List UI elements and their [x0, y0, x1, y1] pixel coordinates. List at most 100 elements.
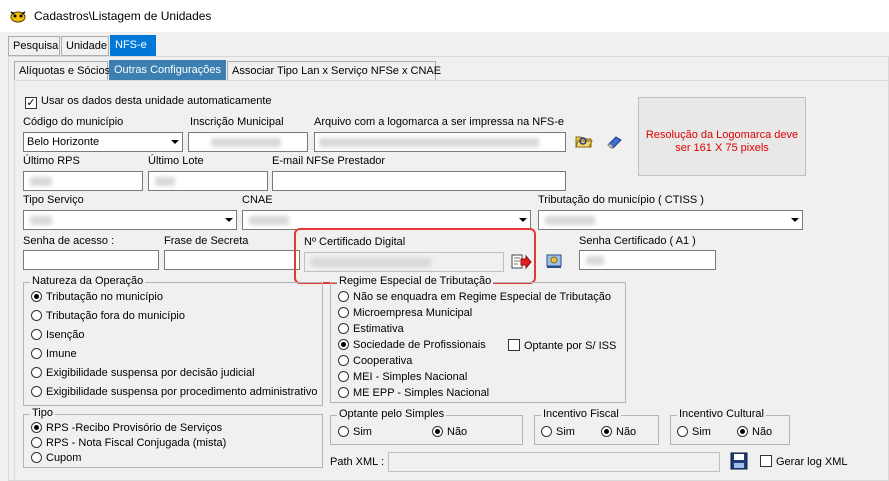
radio-icon: [31, 367, 42, 378]
email-label: E-mail NFSe Prestador: [272, 155, 386, 167]
tab-nfse[interactable]: NFS-e: [110, 35, 156, 57]
ultimo-rps-label: Último RPS: [23, 155, 80, 167]
radio-icon: [541, 426, 552, 437]
chevron-down-icon[interactable]: [786, 211, 802, 229]
natureza-option-1[interactable]: Tributação fora do município: [31, 310, 185, 322]
codigo-municipio-label: Código do município: [23, 116, 124, 128]
ultimo-lote-input[interactable]: [148, 171, 268, 191]
natureza-option-5[interactable]: Exigibilidade suspensa por procedimento …: [31, 386, 317, 398]
incentivo-cultural-nao[interactable]: Não: [737, 426, 772, 438]
incentivo-cultural-sim[interactable]: Sim: [677, 426, 711, 438]
incentivo-fiscal-sim[interactable]: Sim: [541, 426, 575, 438]
tab-associar-tipo-lan[interactable]: Associar Tipo Lan x Serviço NFSe x CNAE: [227, 61, 441, 81]
radio-icon: [601, 426, 612, 437]
tab-pesquisa[interactable]: Pesquisa: [8, 36, 60, 56]
cnae-select[interactable]: [242, 210, 531, 230]
gerar-log-checkbox[interactable]: Gerar log XML: [760, 455, 848, 468]
tipo-title: Tipo: [30, 407, 55, 419]
regime-title: Regime Especial de Tributação: [337, 275, 494, 287]
codigo-municipio-select[interactable]: Belo Horizonte: [23, 132, 183, 152]
gerar-log-label: Gerar log XML: [776, 456, 848, 468]
optante-simples-nao[interactable]: Não: [432, 426, 467, 438]
natureza-option-3[interactable]: Imune: [31, 348, 77, 360]
path-xml-label: Path XML :: [330, 456, 385, 468]
radio-icon: [338, 387, 349, 398]
tipo-option-1[interactable]: RPS - Nota Fiscal Conjugada (mista): [31, 437, 226, 449]
tributacao-select[interactable]: [538, 210, 803, 230]
eraser-icon[interactable]: [604, 132, 624, 150]
radio-icon: [338, 371, 349, 382]
optante-simples-title: Optante pelo Simples: [337, 408, 447, 420]
incentivo-fiscal-nao[interactable]: Não: [601, 426, 636, 438]
regime-option-0[interactable]: Não se enquadra em Regime Especial de Tr…: [338, 291, 611, 303]
radio-icon: [338, 291, 349, 302]
ultimo-lote-label: Último Lote: [148, 155, 204, 167]
natureza-option-2[interactable]: Isenção: [31, 329, 85, 341]
certificate-icon[interactable]: [544, 252, 564, 270]
tipo-servico-label: Tipo Serviço: [23, 194, 84, 206]
chevron-down-icon[interactable]: [220, 211, 236, 229]
optante-simples-sim[interactable]: Sim: [338, 426, 372, 438]
regime-option-5[interactable]: MEI - Simples Nacional: [338, 371, 467, 383]
radio-icon: [338, 426, 349, 437]
regime-option-1[interactable]: Microempresa Municipal: [338, 307, 472, 319]
radio-icon: [31, 348, 42, 359]
radio-icon: [432, 426, 443, 437]
chevron-down-icon[interactable]: [166, 133, 182, 151]
natureza-option-0[interactable]: Tributação no município: [31, 291, 163, 303]
regime-option-3[interactable]: Sociedade de Profissionais: [338, 339, 486, 351]
radio-icon: [737, 426, 748, 437]
title-bar: Cadastros\Listagem de Unidades: [0, 0, 889, 32]
path-xml-input[interactable]: [388, 452, 720, 472]
app-icon: [10, 11, 26, 23]
senha-acesso-label: Senha de acesso :: [23, 235, 115, 247]
cnae-label: CNAE: [242, 194, 273, 206]
usar-dados-label: Usar os dados desta unidade automaticame…: [41, 95, 272, 107]
senha-certificado-input[interactable]: [579, 250, 716, 270]
regime-option-4[interactable]: Cooperativa: [338, 355, 412, 367]
ultimo-rps-input[interactable]: [23, 171, 143, 191]
arquivo-logo-label: Arquivo com a logomarca a ser impressa n…: [314, 116, 565, 128]
window-title: Cadastros\Listagem de Unidades: [34, 9, 212, 23]
logo-preview: Resolução da Logomarca deve ser 161 X 75…: [638, 97, 806, 176]
radio-icon: [338, 339, 349, 350]
optante-ss-iss-label: Optante por S/ ISS: [524, 340, 617, 352]
radio-icon: [31, 291, 42, 302]
radio-icon: [338, 323, 349, 334]
radio-icon: [31, 452, 42, 463]
tipo-option-2[interactable]: Cupom: [31, 452, 81, 464]
radio-icon: [338, 307, 349, 318]
radio-icon: [31, 310, 42, 321]
radio-icon: [338, 355, 349, 366]
frase-secreta-label: Frase de Secreta: [164, 235, 249, 247]
tipo-option-0[interactable]: RPS -Recibo Provisório de Serviços: [31, 422, 222, 434]
tributacao-label: Tributação do município ( CTISS ): [538, 194, 704, 206]
regime-option-2[interactable]: Estimativa: [338, 323, 404, 335]
radio-icon: [31, 329, 42, 340]
radio-icon: [31, 422, 42, 433]
chevron-down-icon[interactable]: [514, 211, 530, 229]
save-disk-icon[interactable]: [729, 451, 749, 471]
usar-dados-checkbox[interactable]: ✓ Usar os dados desta unidade automaticam…: [25, 95, 272, 109]
natureza-title: Natureza da Operação: [30, 275, 146, 287]
tab-outras-configuracoes[interactable]: Outras Configurações: [109, 60, 226, 81]
folder-open-icon[interactable]: [574, 132, 594, 150]
radio-icon: [31, 437, 42, 448]
frase-secreta-input[interactable]: [164, 250, 300, 270]
email-input[interactable]: [272, 171, 566, 191]
natureza-option-4[interactable]: Exigibilidade suspensa por decisão judic…: [31, 367, 255, 379]
incentivo-cultural-title: Incentivo Cultural: [677, 408, 766, 420]
tab-aliquotas-socios[interactable]: Alíquotas e Sócios: [14, 61, 110, 81]
inscricao-municipal-label: Inscrição Municipal: [190, 116, 284, 128]
tipo-servico-select[interactable]: [23, 210, 237, 230]
optante-ss-iss-checkbox[interactable]: Optante por S/ ISS: [508, 339, 616, 352]
radio-icon: [31, 386, 42, 397]
tab-unidade[interactable]: Unidade: [61, 36, 109, 56]
senha-acesso-input[interactable]: [23, 250, 159, 270]
incentivo-fiscal-title: Incentivo Fiscal: [541, 408, 621, 420]
arquivo-logo-input[interactable]: [314, 132, 566, 152]
senha-certificado-label: Senha Certificado ( A1 ): [579, 235, 696, 247]
inscricao-municipal-input[interactable]: [188, 132, 308, 152]
regime-option-6[interactable]: ME EPP - Simples Nacional: [338, 387, 489, 399]
radio-icon: [677, 426, 688, 437]
